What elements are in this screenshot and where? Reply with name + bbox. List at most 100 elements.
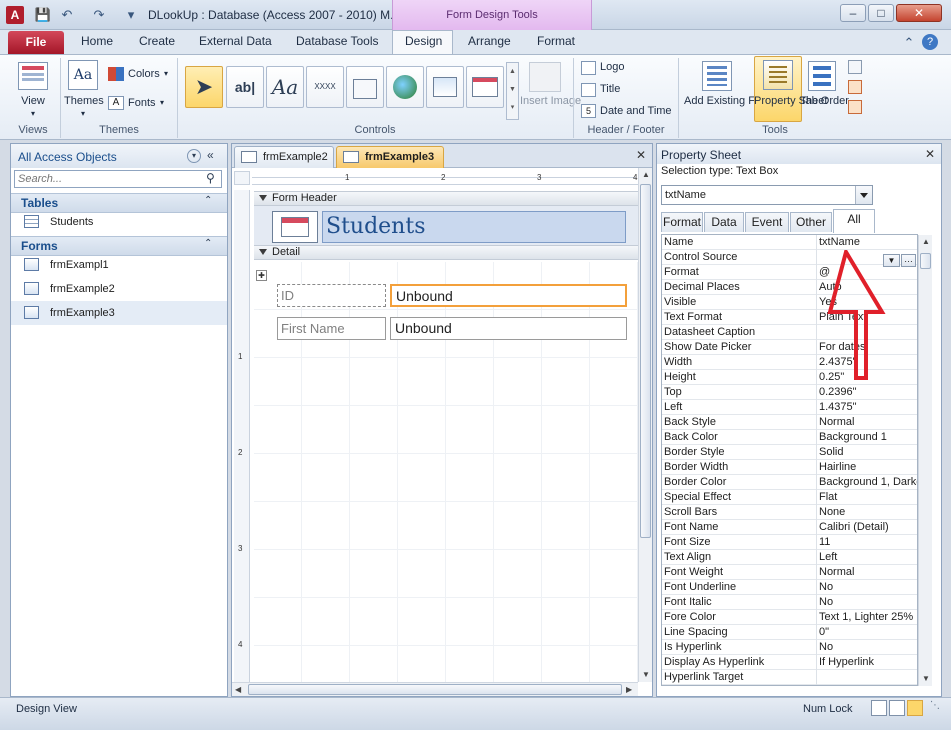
property-row[interactable]: Top 0.2396" bbox=[662, 385, 917, 400]
collapse-section-icon[interactable]: ⌃ bbox=[204, 238, 212, 249]
themes-icon[interactable]: Aa bbox=[68, 60, 98, 90]
property-value[interactable]: 0.2396" bbox=[816, 385, 917, 400]
property-value[interactable]: Hairline bbox=[816, 460, 917, 475]
doc-tab-frmexample3[interactable]: frmExample3 bbox=[336, 146, 444, 168]
property-row[interactable]: Font Underline No bbox=[662, 580, 917, 595]
property-grid-scrollbar[interactable]: ▲ ▼ bbox=[918, 235, 932, 686]
property-row[interactable]: Back Color Background 1 bbox=[662, 430, 917, 445]
close-property-sheet-icon[interactable]: ✕ bbox=[925, 147, 935, 161]
layout-view-icon[interactable] bbox=[889, 700, 905, 716]
tab-format[interactable]: Format bbox=[537, 34, 575, 48]
property-row[interactable]: Border Style Solid bbox=[662, 445, 917, 460]
selection-combo-dropdown-icon[interactable] bbox=[855, 186, 872, 204]
save-icon[interactable]: 💾 bbox=[34, 6, 52, 24]
label-control[interactable]: Aa bbox=[266, 66, 304, 108]
tab-home[interactable]: Home bbox=[81, 34, 113, 48]
form-logo-icon[interactable] bbox=[272, 211, 318, 243]
property-value[interactable]: txtName bbox=[816, 235, 917, 250]
tab-file[interactable]: File bbox=[8, 31, 64, 54]
property-value[interactable]: No bbox=[816, 580, 917, 595]
title-button[interactable]: Title bbox=[600, 83, 620, 95]
nav-pane-collapse-icon[interactable]: « bbox=[207, 148, 214, 162]
property-row[interactable]: Font Weight Normal bbox=[662, 565, 917, 580]
property-value[interactable]: No bbox=[816, 595, 917, 610]
form-header-section-bar[interactable]: Form Header bbox=[254, 191, 638, 206]
ps-tab-data[interactable]: Data bbox=[704, 212, 744, 232]
nav-item-students[interactable]: Students bbox=[11, 210, 227, 234]
property-value[interactable]: No bbox=[816, 640, 917, 655]
nav-pane-title[interactable]: All Access Objects bbox=[18, 150, 117, 164]
property-value[interactable]: Normal bbox=[816, 565, 917, 580]
collapse-section-icon[interactable]: ⌃ bbox=[204, 195, 212, 206]
scroll-down-icon[interactable]: ▼ bbox=[639, 668, 653, 682]
property-value[interactable]: 11 bbox=[816, 535, 917, 550]
scroll-left-icon[interactable]: ◀ bbox=[235, 683, 241, 696]
property-value[interactable]: Normal bbox=[816, 415, 917, 430]
ps-tab-format[interactable]: Format bbox=[661, 212, 703, 232]
tab-external-data[interactable]: External Data bbox=[199, 34, 272, 48]
property-row[interactable]: Text Align Left bbox=[662, 550, 917, 565]
close-button[interactable]: ✕ bbox=[896, 4, 942, 22]
property-sheet-button[interactable]: Property Sheet bbox=[754, 95, 827, 107]
scroll-thumb[interactable] bbox=[248, 684, 622, 695]
themes-dropdown-icon[interactable]: ▾ bbox=[64, 108, 102, 120]
themes-button[interactable]: Themes bbox=[64, 95, 104, 107]
property-value[interactable]: If Hyperlink bbox=[816, 655, 917, 670]
scroll-thumb[interactable] bbox=[640, 184, 651, 538]
nav-item-frmexampl1[interactable]: frmExampl1 bbox=[11, 253, 227, 277]
web-browser-control-icon[interactable] bbox=[426, 66, 464, 108]
scroll-up-icon[interactable]: ▲ bbox=[639, 168, 653, 182]
property-value[interactable]: 0" bbox=[816, 625, 917, 640]
tab-create[interactable]: Create bbox=[139, 34, 175, 48]
fonts-dropdown-icon[interactable]: ▾ bbox=[160, 98, 164, 107]
property-row[interactable]: Is Hyperlink No bbox=[662, 640, 917, 655]
doc-tab-frmexample2[interactable]: frmExample2 bbox=[234, 146, 334, 168]
customize-qat-icon[interactable]: ▾ bbox=[122, 6, 140, 24]
property-row[interactable]: Name txtName bbox=[662, 235, 917, 250]
tab-order-button[interactable]: Tab Order bbox=[800, 95, 849, 107]
colors-button[interactable]: Colors bbox=[128, 68, 160, 80]
document-horizontal-scrollbar[interactable]: ◀ ▶ bbox=[232, 682, 638, 696]
button-control[interactable]: XXXX bbox=[306, 66, 344, 108]
property-value[interactable]: Calibri (Detail) bbox=[816, 520, 917, 535]
property-row[interactable]: Left 1.4375" bbox=[662, 400, 917, 415]
search-icon[interactable]: ⚲ bbox=[206, 171, 215, 185]
property-value[interactable]: Flat bbox=[816, 490, 917, 505]
minimize-button[interactable]: – bbox=[840, 4, 866, 22]
colors-dropdown-icon[interactable]: ▾ bbox=[164, 69, 168, 78]
add-existing-fields-button[interactable]: Add Existing Fields bbox=[684, 95, 778, 107]
txtname-textbox[interactable]: Unbound bbox=[390, 284, 627, 307]
property-row[interactable]: Scroll Bars None bbox=[662, 505, 917, 520]
property-row[interactable]: Special Effect Flat bbox=[662, 490, 917, 505]
view-code-icon[interactable] bbox=[848, 80, 862, 94]
hyperlink-control-icon[interactable] bbox=[386, 66, 424, 108]
property-row[interactable]: Font Size 11 bbox=[662, 535, 917, 550]
property-row[interactable]: Fore Color Text 1, Lighter 25% bbox=[662, 610, 917, 625]
property-row[interactable]: Border Color Background 1, Darker 35% bbox=[662, 475, 917, 490]
nav-search-input[interactable] bbox=[14, 170, 222, 188]
property-value[interactable]: Left bbox=[816, 550, 917, 565]
undo-icon[interactable]: ↶ bbox=[58, 6, 76, 24]
first-name-textbox[interactable]: Unbound bbox=[390, 317, 627, 340]
form-view-icon[interactable] bbox=[871, 700, 887, 716]
tab-arrange[interactable]: Arrange bbox=[468, 34, 511, 48]
navigation-control-icon[interactable] bbox=[466, 66, 504, 108]
ps-tab-other[interactable]: Other bbox=[790, 212, 832, 232]
fonts-icon[interactable]: A bbox=[108, 96, 124, 110]
control-source-builder-icon[interactable]: … bbox=[901, 254, 916, 267]
resize-grip-icon[interactable]: ⋱ bbox=[930, 700, 940, 711]
property-row[interactable]: Display As Hyperlink If Hyperlink bbox=[662, 655, 917, 670]
tab-control-icon[interactable] bbox=[346, 66, 384, 108]
property-value[interactable]: None bbox=[816, 505, 917, 520]
property-row[interactable]: Font Name Calibri (Detail) bbox=[662, 520, 917, 535]
property-value[interactable]: 1.4375" bbox=[816, 400, 917, 415]
property-value[interactable]: Background 1, Darker 35% bbox=[816, 475, 917, 490]
tab-database-tools[interactable]: Database Tools bbox=[296, 34, 379, 48]
redo-icon[interactable]: ↷ bbox=[90, 6, 108, 24]
selection-combo[interactable]: txtName bbox=[661, 185, 873, 205]
design-view-icon[interactable] bbox=[907, 700, 923, 716]
detail-section-bar[interactable]: Detail bbox=[254, 245, 638, 260]
controls-gallery-scroll[interactable]: ▲ ▼ ▾ bbox=[506, 62, 519, 120]
property-value[interactable]: Background 1 bbox=[816, 430, 917, 445]
scroll-thumb[interactable] bbox=[920, 253, 931, 269]
